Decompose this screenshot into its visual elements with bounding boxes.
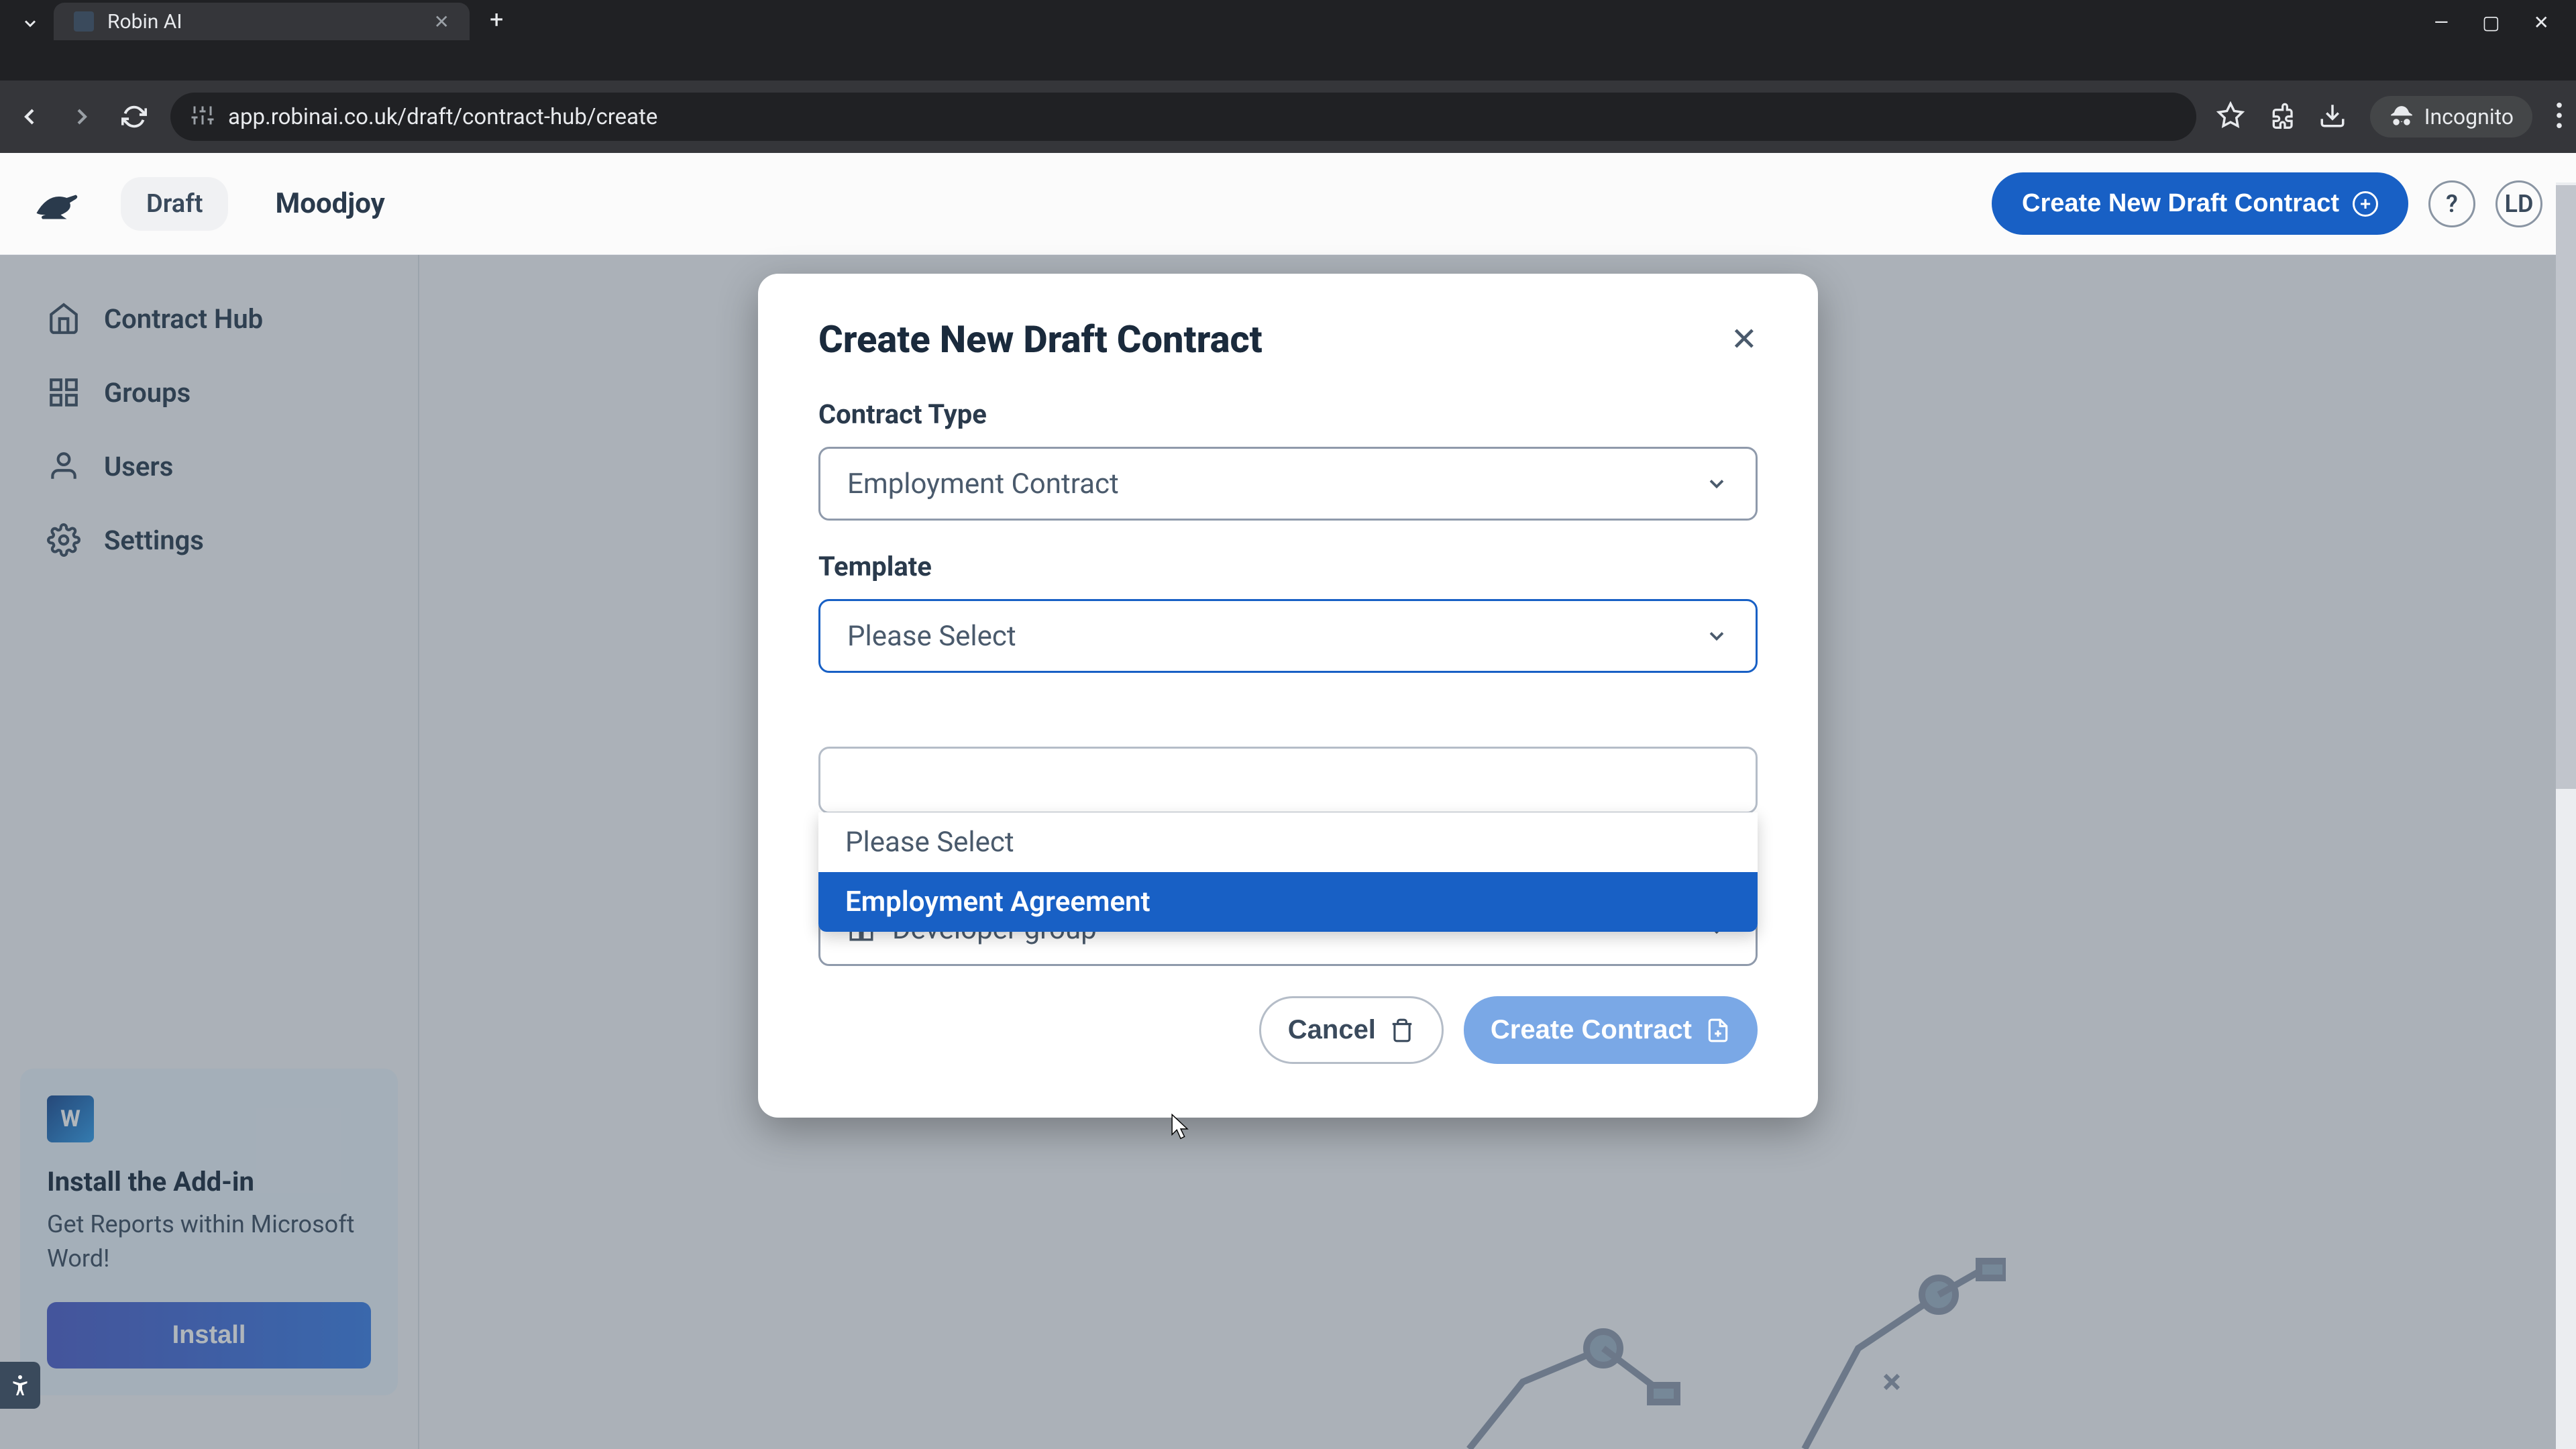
- tab-favicon: [74, 11, 94, 32]
- accessibility-button[interactable]: [0, 1362, 40, 1409]
- menu-icon[interactable]: [2556, 103, 2563, 131]
- create-contract-modal: Create New Draft Contract ✕ Contract Typ…: [758, 274, 1818, 1118]
- browser-chrome: Robin AI ✕ + — ▢ ✕: [0, 0, 2576, 80]
- modal-title: Create New Draft Contract: [818, 317, 1263, 362]
- template-label: Template: [818, 551, 1758, 582]
- tab-strip: Robin AI ✕ + — ▢ ✕: [0, 0, 2576, 40]
- cursor-icon: [1171, 1114, 1191, 1140]
- scrollbar-thumb[interactable]: [2556, 185, 2576, 789]
- contract-type-select[interactable]: Employment Contract: [818, 447, 1758, 521]
- window-controls: — ▢ ✕: [2434, 11, 2576, 40]
- field-contract-type: Contract Type Employment Contract: [818, 398, 1758, 521]
- accessibility-icon: [8, 1373, 32, 1397]
- browser-tab[interactable]: Robin AI ✕: [54, 3, 470, 40]
- tab-title: Robin AI: [107, 10, 421, 34]
- file-plus-icon: [1705, 1018, 1731, 1043]
- cancel-button[interactable]: Cancel: [1259, 996, 1444, 1064]
- bookmark-icon[interactable]: [2216, 101, 2245, 132]
- reload-button[interactable]: [118, 101, 150, 133]
- url-text: app.robinai.co.uk/draft/contract-hub/cre…: [228, 104, 657, 130]
- back-button[interactable]: [13, 101, 46, 133]
- plus-circle-icon: +: [2353, 191, 2378, 217]
- forward-button[interactable]: [66, 101, 98, 133]
- incognito-label: Incognito: [2424, 104, 2514, 129]
- downloads-icon[interactable]: [2318, 101, 2347, 132]
- modal-actions: Cancel Create Contract: [818, 996, 1758, 1064]
- tab-search-dropdown[interactable]: [13, 7, 47, 40]
- scrollbar[interactable]: [2556, 182, 2576, 1449]
- org-name: Moodjoy: [275, 187, 384, 220]
- minimize-icon[interactable]: —: [2434, 11, 2449, 34]
- close-window-icon[interactable]: ✕: [2534, 11, 2549, 34]
- app-header: Draft Moodjoy Create New Draft Contract …: [0, 153, 2576, 255]
- template-select[interactable]: Please Select: [818, 599, 1758, 673]
- tab-close-icon[interactable]: ✕: [434, 11, 449, 33]
- chevron-down-icon: [1705, 472, 1729, 496]
- avatar-button[interactable]: LD: [2496, 180, 2542, 227]
- modal-close-button[interactable]: ✕: [1731, 321, 1758, 358]
- browser-toolbar: app.robinai.co.uk/draft/contract-hub/cre…: [0, 80, 2576, 153]
- create-contract-button[interactable]: Create New Draft Contract +: [1992, 172, 2408, 235]
- extensions-icon[interactable]: [2268, 102, 2295, 131]
- incognito-badge[interactable]: Incognito: [2370, 96, 2532, 138]
- app-body: Contract Hub Groups Users Settings W Ins…: [0, 255, 2576, 1449]
- new-tab-button[interactable]: +: [490, 5, 503, 40]
- hidden-field-box[interactable]: [818, 747, 1758, 814]
- site-settings-icon[interactable]: [191, 103, 215, 130]
- logo-icon[interactable]: [34, 184, 94, 224]
- template-option-employment-agreement[interactable]: Employment Agreement: [818, 872, 1758, 932]
- create-contract-submit-button[interactable]: Create Contract: [1464, 996, 1758, 1064]
- chevron-down-icon: [1705, 624, 1729, 648]
- url-bar[interactable]: app.robinai.co.uk/draft/contract-hub/cre…: [170, 93, 2196, 141]
- draft-badge[interactable]: Draft: [121, 177, 228, 231]
- help-button[interactable]: ?: [2428, 180, 2475, 227]
- field-template: Template Please Select Please Select Emp…: [818, 551, 1758, 814]
- template-option-placeholder[interactable]: Please Select: [818, 812, 1758, 872]
- contract-type-label: Contract Type: [818, 398, 1758, 430]
- maximize-icon[interactable]: ▢: [2482, 11, 2500, 34]
- template-dropdown: Please Select Employment Agreement: [818, 812, 1758, 932]
- trash-icon: [1389, 1018, 1415, 1043]
